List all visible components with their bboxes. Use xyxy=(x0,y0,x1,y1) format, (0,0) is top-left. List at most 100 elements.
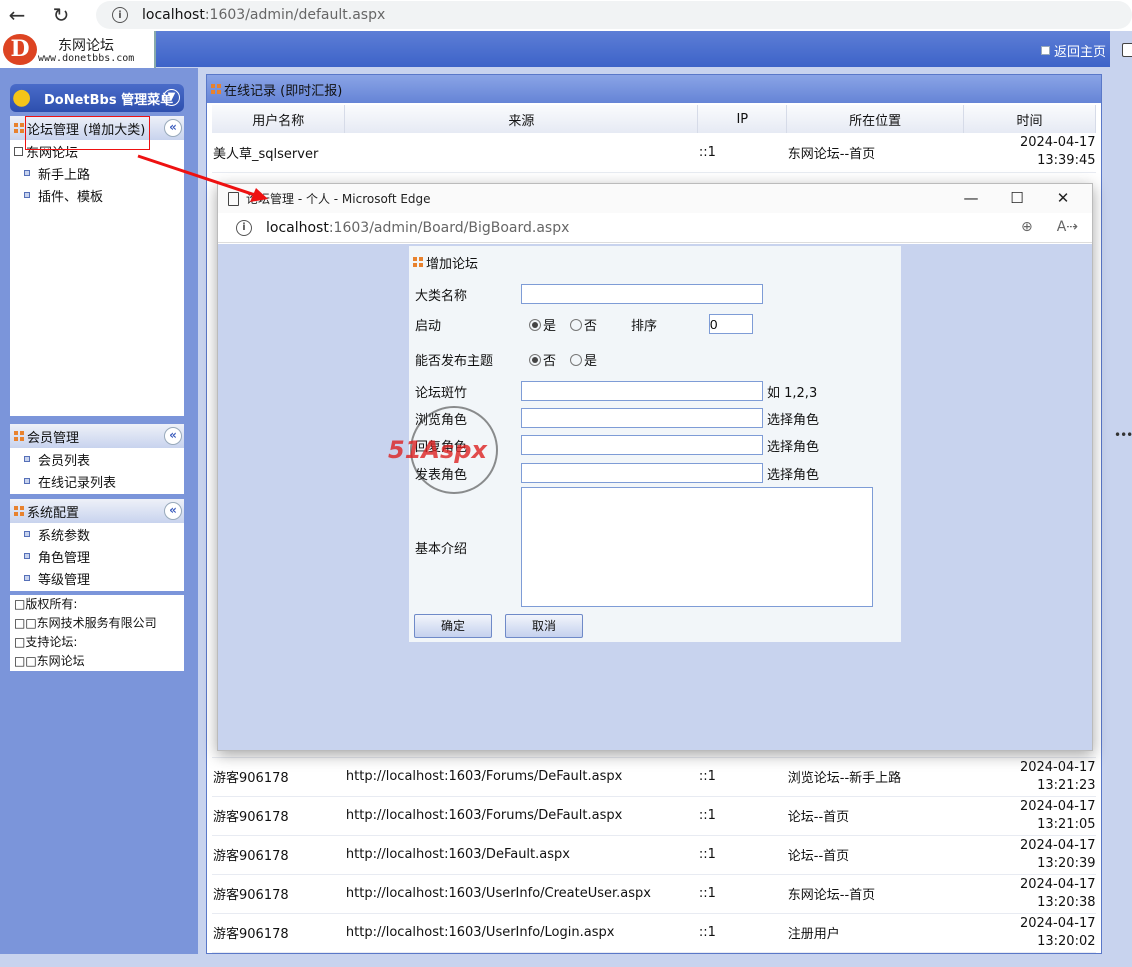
cancel-button[interactable]: 取消 xyxy=(505,614,583,638)
collapse-icon[interactable]: « xyxy=(164,502,182,520)
table-row: 美人草_sqlserver ::1 东网论坛--首页 2024-04-17 13:… xyxy=(212,133,1096,173)
home-square-icon xyxy=(1040,46,1050,55)
sidebar-item-newbie[interactable]: 新手上路 xyxy=(10,162,184,184)
tree-node-icon xyxy=(14,146,23,156)
menu-header[interactable]: ● DoNetBbs 管理菜单 ▼ xyxy=(10,84,184,112)
sidebar-item-role-management[interactable]: 角色管理 xyxy=(10,545,184,567)
sidebar-item-system-params[interactable]: 系统参数 xyxy=(10,523,184,545)
cell-user: 游客906178 xyxy=(212,796,345,836)
sidebar-item-label: 系统参数 xyxy=(38,528,91,544)
sidebar-item-member-list[interactable]: 会员列表 xyxy=(10,448,184,470)
confirm-button[interactable]: 确定 xyxy=(414,614,492,638)
info-icon[interactable]: i xyxy=(236,219,252,236)
menu-toggle-icon[interactable]: ▼ xyxy=(163,89,180,106)
info-icon[interactable]: i xyxy=(112,7,128,23)
cell-location: 论坛--首页 xyxy=(786,796,964,836)
member-management-header[interactable]: 会员管理 « xyxy=(10,424,184,448)
radio-unchecked-icon[interactable] xyxy=(570,354,583,366)
collapse-icon[interactable]: « xyxy=(164,119,182,137)
popup-body: 增加论坛 大类名称 启动 是 否 排序 能否发布主题 否 是 论坛斑竹 xyxy=(218,244,1092,750)
cell-user: 游客906178 xyxy=(212,757,345,797)
sidebar-item-label: 角色管理 xyxy=(38,550,91,566)
dots-icon xyxy=(413,257,423,267)
system-config-header[interactable]: 系统配置 « xyxy=(10,499,184,523)
cell-user: 游客906178 xyxy=(212,913,345,953)
enabled-no-option[interactable]: 否 xyxy=(570,315,597,334)
moderators-field[interactable] xyxy=(521,381,763,401)
enabled-yes-option[interactable]: 是 xyxy=(529,315,556,334)
cell-clock: 13:21:23 xyxy=(1037,777,1096,793)
bullet-icon xyxy=(24,456,30,462)
table-header-row: 用户名称 来源 IP 所在位置 时间 xyxy=(212,105,1096,133)
column-header: IP xyxy=(697,105,788,133)
can-post-yes-option[interactable]: 是 xyxy=(570,350,597,369)
cell-location: 注册用户 xyxy=(786,913,964,953)
cell-time: 2024-04-17 13:21:05 xyxy=(963,796,1096,836)
cell-time: 2024-04-17 13:20:02 xyxy=(963,913,1096,953)
popup-url-path: :1603/admin/Board/BigBoard.aspx xyxy=(328,219,570,236)
select-role-link[interactable]: 选择角色 xyxy=(767,409,819,428)
popup-title-bar[interactable]: 论坛管理 - 个人 - Microsoft Edge — ☐ ✕ xyxy=(218,184,1092,213)
reply-role-field[interactable] xyxy=(521,435,763,455)
address-bar[interactable]: i localhost:1603/admin/default.aspx xyxy=(96,1,1132,29)
close-icon[interactable]: ✕ xyxy=(1040,184,1086,213)
table-row: 游客906178 http://localhost:1603/DeFault.a… xyxy=(212,835,1096,875)
site-logo[interactable]: D 东网论坛 www.donetbbs.com xyxy=(0,31,156,68)
popup-address-bar[interactable]: i localhost:1603/admin/Board/BigBoard.as… xyxy=(218,213,1092,243)
reload-icon[interactable]: ↻ xyxy=(44,0,78,30)
sidebar-item-level-management[interactable]: 等级管理 xyxy=(10,567,184,589)
select-role-link[interactable]: 选择角色 xyxy=(767,464,819,483)
cell-date: 2024-04-17 xyxy=(1019,837,1096,853)
intro-label: 基本介绍 xyxy=(415,541,468,557)
member-management-title: 会员管理 xyxy=(27,430,80,446)
cell-clock: 13:20:38 xyxy=(1037,894,1096,910)
post-role-field[interactable] xyxy=(521,463,763,483)
zoom-icon[interactable]: ⊕ xyxy=(1021,219,1033,235)
radio-unchecked-icon[interactable] xyxy=(570,318,583,331)
footer-line: □□东网技术服务有限公司 xyxy=(14,616,157,630)
minimize-icon[interactable]: — xyxy=(948,184,994,213)
row-moderators: 论坛斑竹 如 1,2,3 xyxy=(415,381,817,401)
can-post-no-option[interactable]: 否 xyxy=(529,350,556,369)
online-records-header: 在线记录 (即时汇报) xyxy=(207,75,1101,103)
radio-checked-icon[interactable] xyxy=(529,318,541,331)
cell-user: 美人草_sqlserver xyxy=(212,133,345,173)
dots-icon xyxy=(14,506,24,516)
dots-icon xyxy=(211,84,221,94)
can-post-yes-label: 是 xyxy=(584,354,598,369)
popup-url-host: localhost xyxy=(266,219,329,236)
sidebar-item-online-records[interactable]: 在线记录列表 xyxy=(10,470,184,492)
browse-role-field[interactable] xyxy=(521,408,763,428)
bullet-icon xyxy=(24,575,30,581)
select-role-link[interactable]: 选择角色 xyxy=(767,436,819,455)
category-name-field[interactable] xyxy=(521,284,763,304)
cell-time: 2024-04-17 13:20:39 xyxy=(963,835,1096,875)
sort-field[interactable] xyxy=(709,314,754,334)
maximize-icon[interactable]: ☐ xyxy=(994,184,1040,213)
popup-window: 论坛管理 - 个人 - Microsoft Edge — ☐ ✕ i local… xyxy=(217,183,1093,751)
cell-user: 游客906178 xyxy=(212,835,345,875)
cell-source: http://localhost:1603/UserInfo/Login.asp… xyxy=(344,913,698,953)
return-home-label: 返回主页 xyxy=(1053,45,1106,60)
logo-mark-icon: D xyxy=(3,34,37,65)
cell-date: 2024-04-17 xyxy=(1019,798,1096,814)
read-aloud-icon[interactable]: A⇢ xyxy=(1057,219,1078,235)
logo-title: 东网论坛 xyxy=(58,38,114,54)
enabled-yes-label: 是 xyxy=(543,318,557,334)
radio-checked-icon[interactable] xyxy=(529,354,541,366)
url-path: :1603/admin/default.aspx xyxy=(204,7,386,23)
collapse-icon[interactable]: « xyxy=(164,427,182,445)
table-row: 游客906178 http://localhost:1603/UserInfo/… xyxy=(212,874,1096,914)
sidebar-item-plugins[interactable]: 插件、模板 xyxy=(10,184,184,206)
sidebar-item-label: 等级管理 xyxy=(38,572,91,588)
more-options-icon[interactable]: ••• xyxy=(1114,428,1132,442)
return-home-link[interactable]: 返回主页 xyxy=(1040,41,1106,60)
column-header: 来源 xyxy=(344,105,699,133)
popup-window-title: 论坛管理 - 个人 - Microsoft Edge xyxy=(246,192,431,206)
intro-textarea[interactable] xyxy=(521,487,873,607)
column-header: 用户名称 xyxy=(212,105,346,133)
logo-url: www.donetbbs.com xyxy=(38,53,135,64)
form-header: 增加论坛 xyxy=(409,246,901,278)
sidebar-toggle-icon[interactable] xyxy=(1122,43,1132,57)
back-arrow-icon[interactable]: ← xyxy=(0,0,34,30)
